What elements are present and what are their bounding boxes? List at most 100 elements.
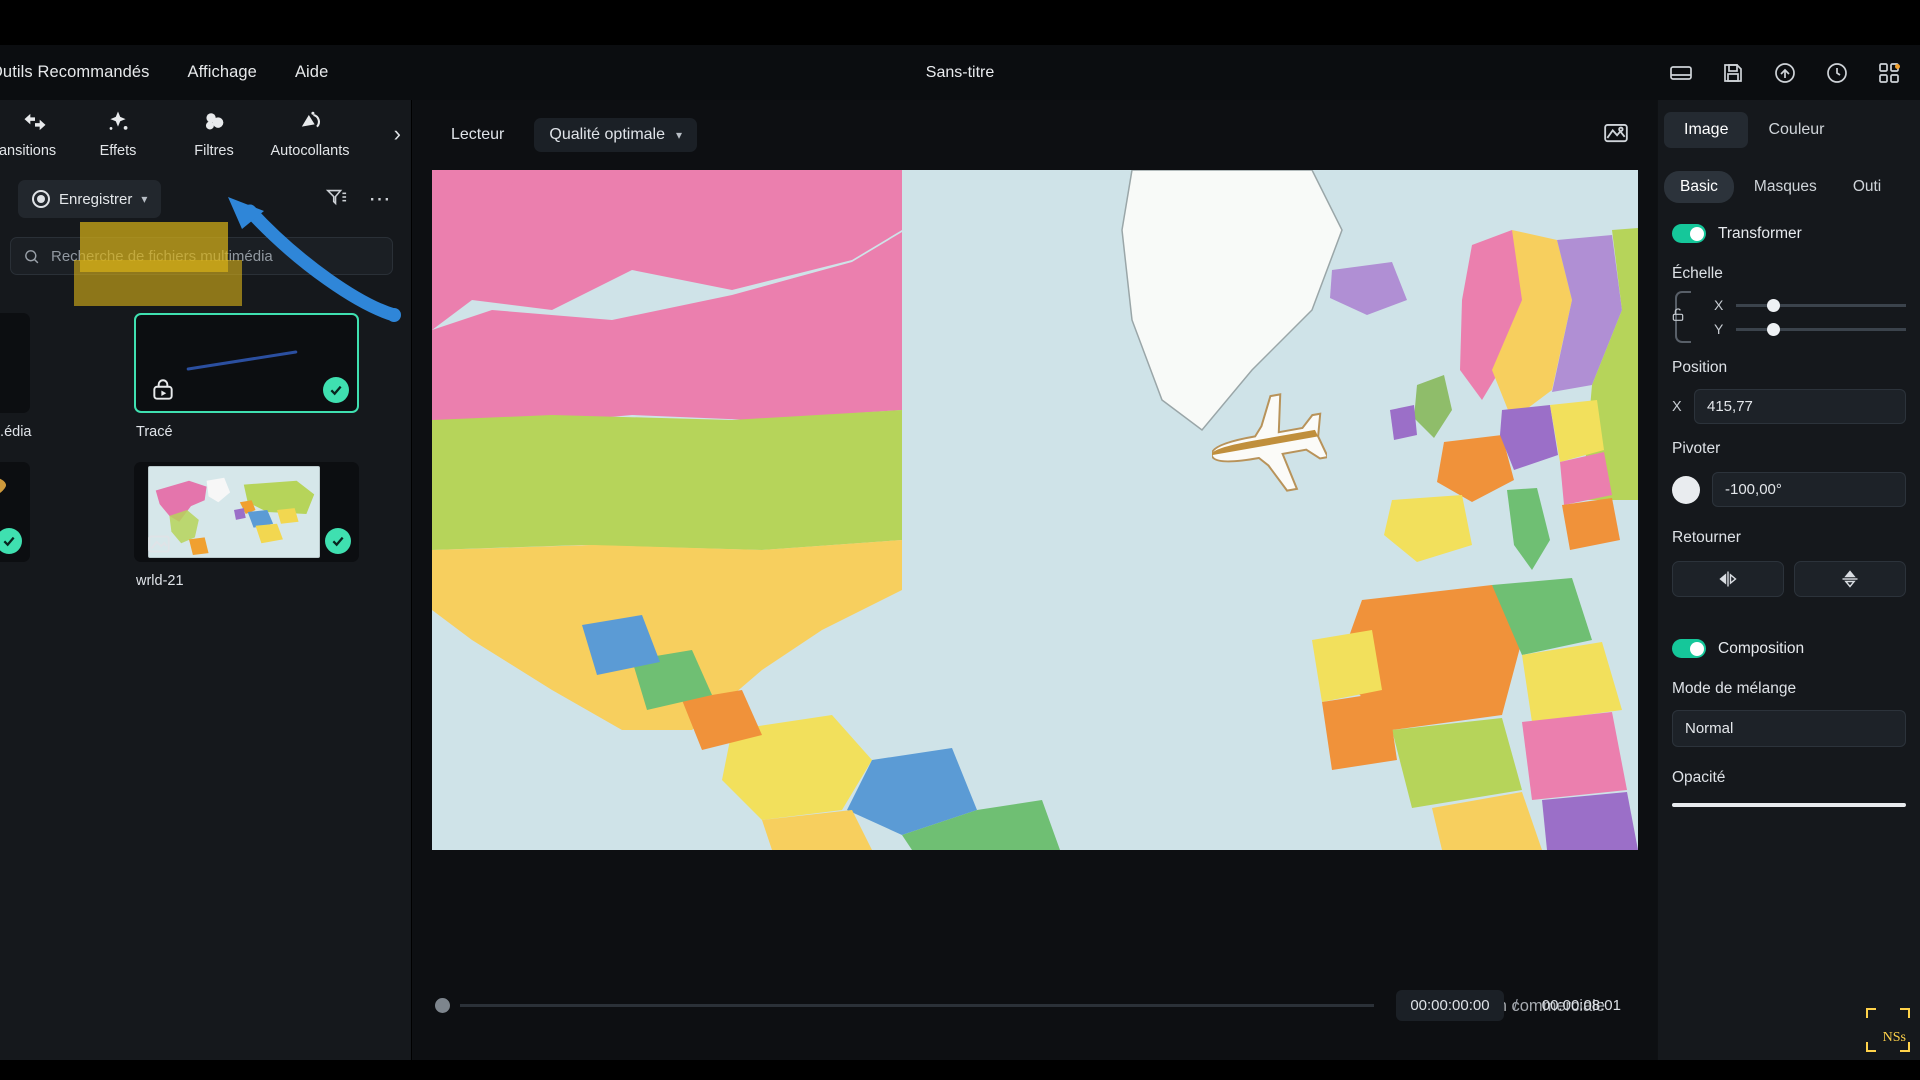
record-dot-icon	[32, 190, 50, 208]
search-area	[0, 231, 411, 275]
transform-toggle[interactable]	[1672, 224, 1706, 243]
chevron-right-icon[interactable]: ›	[394, 121, 401, 147]
quality-selector[interactable]: Qualité optimale ▾	[534, 118, 698, 152]
source-toolbar-actions: ⋯	[325, 186, 394, 213]
subtab-outils[interactable]: Outi	[1837, 171, 1897, 203]
media-cell-plane	[0, 462, 114, 589]
stickers-icon	[296, 107, 324, 137]
media-thumb-plane[interactable]	[0, 462, 30, 562]
left-panel-tabs: Transitions Effets Filtres	[0, 100, 411, 167]
opacity-slider[interactable]	[1672, 803, 1906, 807]
tab-transitions[interactable]: Transitions	[0, 102, 70, 165]
left-panel: Transitions Effets Filtres	[0, 100, 412, 1060]
preview-canvas[interactable]	[432, 170, 1638, 850]
tab-image[interactable]: Image	[1664, 112, 1749, 148]
tab-couleur[interactable]: Couleur	[1748, 112, 1844, 148]
preview-stage	[413, 170, 1657, 970]
composition-toggle[interactable]	[1672, 639, 1706, 658]
letterbox-top	[0, 0, 1920, 45]
tab-transitions-label: Transitions	[0, 143, 57, 159]
tab-filtres[interactable]: Filtres	[166, 102, 262, 165]
position-x-axis-label: X	[1672, 398, 1682, 415]
add-media-caption: ...édia	[0, 424, 32, 440]
source-toolbar: Enregistrer ▾ ⋯	[0, 167, 411, 231]
filters-bubbles-icon	[200, 107, 228, 137]
media-thumb-trace[interactable]	[134, 313, 359, 413]
notification-dot	[1895, 63, 1900, 69]
total-timecode: 00:00:08:01	[1541, 996, 1621, 1014]
media-grid-row-1: ...édia Tracé	[0, 313, 411, 440]
add-media-tile[interactable]	[0, 313, 30, 413]
right-panel: Image Couleur Basic Masques Outi Transfo…	[1658, 100, 1920, 1060]
panel-icon[interactable]	[1668, 60, 1694, 86]
scrub-track[interactable]	[460, 1003, 1375, 1007]
lock-open-icon[interactable]	[1670, 307, 1686, 328]
blend-mode-select[interactable]: Normal	[1672, 710, 1906, 747]
more-options-icon[interactable]: ⋯	[369, 188, 394, 210]
composition-toggle-row: Composition	[1658, 629, 1920, 664]
record-button[interactable]: Enregistrer ▾	[18, 180, 162, 218]
search-input[interactable]	[51, 247, 380, 265]
tab-autocollants-label: Autocollants	[270, 143, 350, 159]
rotation-dial[interactable]	[1672, 475, 1700, 504]
lock-bag-icon	[150, 377, 176, 401]
grid-apps-icon[interactable]	[1876, 60, 1902, 86]
world-map-preview	[148, 466, 320, 558]
chevron-down-icon: ▾	[676, 128, 683, 142]
position-x-field: X 415,77	[1672, 389, 1906, 424]
transform-toggle-row: Transformer	[1658, 214, 1920, 249]
media-cell-world: wrld-21	[134, 462, 369, 589]
selected-check-badge	[323, 377, 349, 403]
scale-y-axis-label: Y	[1714, 321, 1724, 337]
letterbox-bottom	[0, 1060, 1920, 1080]
blend-mode-label: Mode de mélange	[1672, 680, 1797, 697]
search-box[interactable]	[10, 237, 393, 275]
chevron-down-icon[interactable]: ▾	[141, 192, 147, 206]
subtab-masques[interactable]: Masques	[1738, 171, 1833, 203]
upload-cloud-icon[interactable]	[1772, 60, 1798, 86]
preview-panel: Lecteur Qualité optimale ▾ Collaboration…	[413, 100, 1657, 1060]
media-cell-trace: Tracé	[134, 313, 369, 440]
trace-stroke	[186, 350, 298, 371]
save-icon[interactable]	[1720, 60, 1746, 86]
position-x-value[interactable]: 415,77	[1694, 389, 1906, 424]
transitions-icon	[21, 107, 49, 137]
preview-toolbar: Lecteur Qualité optimale ▾	[413, 100, 1657, 170]
media-thumb-world[interactable]	[134, 462, 359, 562]
scale-label: Échelle	[1672, 265, 1723, 282]
scale-x-row: X	[1700, 293, 1920, 317]
transform-label: Transformer	[1718, 224, 1802, 242]
right-panel-subtabs: Basic Masques Outi	[1658, 160, 1920, 214]
tab-lecteur[interactable]: Lecteur	[435, 118, 520, 152]
tab-autocollants[interactable]: Autocollants	[262, 102, 358, 165]
opacity-label: Opacité	[1672, 769, 1726, 786]
rotation-value[interactable]: -100,00°	[1712, 472, 1906, 507]
project-title: Sans-titre	[925, 64, 995, 81]
flip-label: Retourner	[1672, 529, 1741, 546]
record-button-label: Enregistrer	[59, 190, 133, 208]
world-map-graphic	[432, 170, 1638, 850]
search-icon	[25, 249, 39, 263]
scale-y-slider[interactable]	[1736, 322, 1906, 336]
filter-sort-icon[interactable]	[325, 186, 347, 213]
scale-x-axis-label: X	[1714, 297, 1724, 313]
history-icon[interactable]	[1824, 60, 1850, 86]
image-type-icon	[146, 531, 172, 553]
effects-sparkle-icon	[104, 107, 132, 137]
airplane-overlay[interactable]	[1212, 375, 1327, 505]
snapshot-icon[interactable]	[1603, 120, 1629, 151]
playhead-knob[interactable]	[435, 997, 450, 1013]
tab-effets[interactable]: Effets	[70, 102, 166, 165]
scale-x-slider[interactable]	[1736, 298, 1906, 312]
flip-horizontal-button[interactable]	[1672, 561, 1784, 597]
flip-row	[1658, 555, 1920, 603]
world-check-badge	[325, 528, 351, 554]
flip-vertical-button[interactable]	[1794, 561, 1906, 597]
media-cell-add: ...édia	[0, 313, 114, 440]
composition-label: Composition	[1718, 639, 1805, 657]
timecode-separator: /	[1513, 996, 1518, 1014]
subtab-basic[interactable]: Basic	[1664, 171, 1734, 203]
plane-body-shape	[0, 464, 11, 538]
title-bar-actions	[1668, 45, 1902, 100]
tab-effets-label: Effets	[99, 143, 137, 159]
